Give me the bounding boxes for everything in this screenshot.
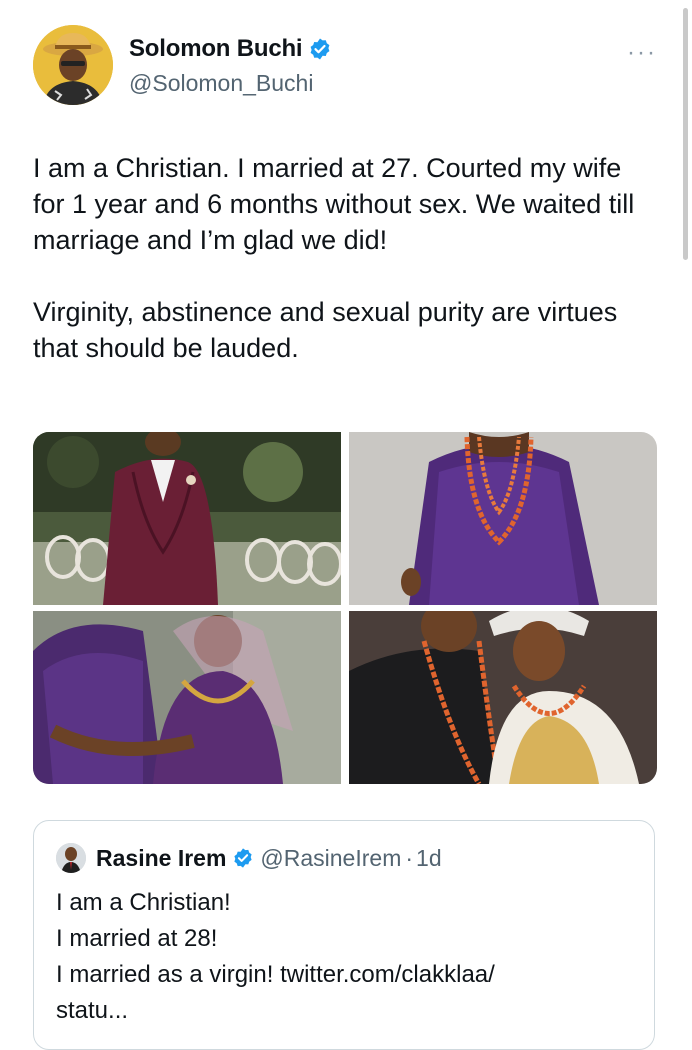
photo-groom-burgundy-suit[interactable]	[33, 432, 341, 605]
verified-badge-icon	[234, 848, 253, 868]
quoted-tweet-header: Rasine Irem @RasineIrem · 1d	[56, 843, 442, 873]
quoted-line: I married as a virgin! twitter.com/clakk…	[56, 961, 495, 988]
author-handle[interactable]: @Solomon_Buchi	[129, 70, 313, 97]
tweet-paragraph: Virginity, abstinence and sexual purity …	[33, 297, 618, 363]
quoted-author-handle[interactable]: @RasineIrem	[260, 845, 401, 872]
separator: ·	[405, 844, 414, 871]
quoted-line: I am a Christian!	[56, 889, 231, 916]
scrollbar[interactable]	[683, 8, 688, 260]
photo-couple-embrace[interactable]	[33, 611, 341, 784]
photo-couple-portrait[interactable]	[349, 611, 657, 784]
tweet-paragraph: I am a Christian. I married at 27. Court…	[33, 153, 635, 255]
quoted-line: I married at 28!	[56, 925, 218, 952]
photo-purple-agbada[interactable]	[349, 432, 657, 605]
more-options-icon[interactable]: ···	[627, 41, 657, 65]
quoted-tweet-text: I am a Christian! I married at 28! I mar…	[56, 885, 636, 1029]
tweet-text: I am a Christian. I married at 27. Court…	[33, 150, 653, 402]
name-row: Solomon Buchi	[129, 35, 332, 63]
tweet-header: Solomon Buchi @Solomon_Buchi ···	[33, 25, 663, 107]
verified-badge-icon	[311, 38, 330, 60]
quoted-timestamp[interactable]: 1d	[416, 845, 442, 872]
avatar[interactable]	[33, 25, 113, 105]
author-name[interactable]: Solomon Buchi	[129, 35, 303, 63]
quoted-avatar[interactable]	[56, 843, 86, 873]
quoted-author-name[interactable]: Rasine Irem	[96, 845, 226, 872]
quoted-tweet[interactable]: Rasine Irem @RasineIrem · 1d I am a Chri…	[33, 820, 655, 1050]
media-grid	[33, 432, 657, 784]
